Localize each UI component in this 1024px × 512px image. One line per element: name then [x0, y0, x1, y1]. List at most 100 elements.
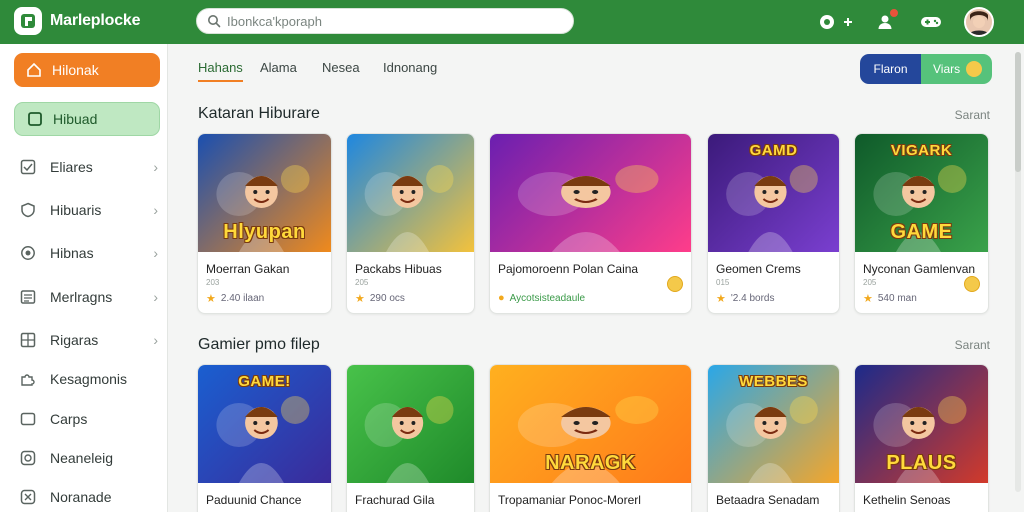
sidebar-item-eliares[interactable]: Eliares › — [20, 154, 158, 180]
scrollbar-thumb[interactable] — [1015, 52, 1021, 172]
game-title[interactable]: Nyconan Gamlenvan — [863, 262, 975, 276]
sidebar-top-button-active[interactable]: Hibuad — [14, 102, 160, 136]
sidebar-top-button-home[interactable]: Hilonak — [14, 53, 160, 87]
section-title: Gamier pmo filep — [198, 336, 320, 353]
chevron-right-icon: › — [153, 289, 158, 305]
sidebar-item-carps[interactable]: Carps — [20, 406, 158, 432]
search-input[interactable] — [227, 13, 557, 29]
game-title[interactable]: Pajomoroenn Polan Caina — [498, 262, 638, 276]
game-card[interactable]: Packabs Hibuas 205 ★ 290 ocs — [346, 133, 475, 314]
chevron-right-icon: › — [153, 159, 158, 175]
game-thumbnail[interactable]: NARAGK — [490, 365, 691, 483]
sidebar-item-label: Rigaras — [50, 332, 99, 348]
game-card[interactable]: Frachurad Gila — [346, 364, 475, 512]
game-rating-text: 290 ocs — [369, 293, 405, 304]
games-button[interactable] — [920, 11, 942, 33]
puzzle-icon — [21, 374, 35, 386]
star-icon: ★ — [716, 293, 726, 305]
shield-icon — [21, 202, 35, 218]
sidebar-item-merlragns[interactable]: Merlragns › — [20, 284, 158, 310]
sidebar-item-noranade[interactable]: Noranade — [20, 484, 158, 510]
coin-icon[interactable] — [667, 276, 683, 292]
sidebar-item-label: Noranade — [50, 489, 112, 505]
game-card[interactable]: VIGARK GAME Nyconan Gamlenvan 205 ★ 540 man — [854, 133, 989, 314]
see-all-link[interactable]: Sarant — [955, 338, 990, 352]
game-title[interactable]: Geomen Crems — [716, 262, 801, 276]
chevron-right-icon: › — [153, 332, 158, 348]
sidebar-item-label: Kesagmonis — [50, 371, 128, 387]
game-logo-text: GAME! — [238, 373, 291, 390]
star-icon: ★ — [206, 293, 216, 305]
game-rating: ★ '2.4 bords — [716, 292, 774, 305]
game-rating-text: 2.40 ilaan — [220, 293, 265, 304]
sidebar-item-rigaras[interactable]: Rigaras › — [20, 327, 158, 353]
game-thumbnail[interactable]: Hlyupan — [198, 134, 331, 252]
game-rating: ★ 540 man — [863, 292, 917, 305]
sidebar-item-label: Carps — [50, 411, 88, 427]
view-toggle: Flaron Viars — [860, 54, 992, 84]
sidebar-item-label: Hibuaris — [50, 202, 102, 218]
game-title[interactable]: Frachurad Gila — [355, 493, 434, 507]
chevron-right-icon: › — [153, 202, 158, 218]
game-thumbnail[interactable] — [490, 134, 691, 252]
tab-idnonang[interactable]: Idnonang — [383, 60, 437, 75]
chat-button[interactable] — [818, 11, 854, 33]
avatar[interactable] — [964, 7, 994, 37]
game-logo-text: WEBBES — [739, 373, 808, 390]
notifications-button[interactable] — [876, 8, 899, 33]
list-icon — [20, 290, 36, 304]
game-title[interactable]: Moerran Gakan — [206, 262, 289, 276]
game-card[interactable]: Hlyupan Moerran Gakan 203 ★ 2.40 ilaan — [197, 133, 332, 314]
toggle-right-button[interactable]: Viars — [921, 54, 992, 84]
game-thumbnail[interactable]: GAME! — [198, 365, 331, 483]
sidebar-item-hibnas[interactable]: Hibnas › — [20, 240, 158, 266]
game-card[interactable]: GAME! Paduunid Chance — [197, 364, 332, 512]
toggle-left-button[interactable]: Flaron — [860, 54, 921, 84]
sidebar-top-label: Hibuad — [53, 111, 98, 127]
game-title[interactable]: Packabs Hibuas — [355, 262, 442, 276]
game-subtitle: 203 — [206, 278, 220, 287]
game-card[interactable]: WEBBES Betaadra Senadam — [707, 364, 840, 512]
game-title[interactable]: Tropamaniar Ponoc-Morerl — [498, 493, 641, 507]
top-bar: Marleplocke — [0, 0, 1024, 44]
game-thumbnail[interactable]: PLAUS — [855, 365, 988, 483]
game-art-icon — [364, 396, 454, 483]
game-logo-text: PLAUS — [886, 452, 957, 474]
sidebar-item-kesagmonis[interactable]: Kesagmonis — [20, 366, 158, 392]
trophy-icon — [20, 489, 36, 505]
see-all-link[interactable]: Sarant — [955, 108, 990, 122]
game-thumbnail[interactable]: VIGARK GAME — [855, 134, 988, 252]
grid-icon — [20, 332, 36, 348]
game-logo-text: VIGARK — [890, 142, 953, 159]
game-rating: ● Aycotsisteadaule — [498, 292, 585, 304]
game-subtitle: 015 — [716, 278, 730, 287]
game-thumbnail[interactable]: WEBBES — [708, 365, 839, 483]
app-logo[interactable] — [14, 7, 42, 35]
game-thumbnail[interactable]: GAMD — [708, 134, 839, 252]
game-title[interactable]: Paduunid Chance — [206, 493, 301, 507]
target-icon — [20, 450, 36, 466]
game-card[interactable]: PLAUS Kethelin Senoas — [854, 364, 989, 512]
game-thumbnail[interactable] — [347, 365, 474, 483]
search-bar[interactable] — [196, 8, 574, 34]
section-title: Kataran Hiburare — [198, 105, 320, 122]
game-art-icon — [517, 165, 659, 252]
game-card[interactable]: Pajomoroenn Polan Caina ● Aycotsisteadaule — [489, 133, 692, 314]
coin-icon[interactable] — [964, 276, 980, 292]
tab-nesea[interactable]: Nesea — [322, 60, 360, 75]
sidebar-top-label: Hilonak — [52, 62, 99, 78]
game-rating: ★ 290 ocs — [355, 292, 405, 305]
game-title[interactable]: Kethelin Senoas — [863, 493, 950, 507]
sidebar-item-hibuaris[interactable]: Hibuaris › — [20, 197, 158, 223]
coin-icon: ● — [498, 292, 505, 304]
tab-hahans[interactable]: Hahans — [198, 60, 243, 82]
sidebar-item-label: Neaneleig — [50, 450, 114, 466]
game-card[interactable]: NARAGK Tropamaniar Ponoc-Morerl — [489, 364, 692, 512]
game-title[interactable]: Betaadra Senadam — [716, 493, 819, 507]
scrollbar[interactable] — [1015, 52, 1021, 492]
game-card[interactable]: GAMD Geomen Crems 015 ★ '2.4 bords — [707, 133, 840, 314]
tab-alama[interactable]: Alama — [260, 60, 297, 75]
game-thumbnail[interactable] — [347, 134, 474, 252]
sidebar-item-neaneleig[interactable]: Neaneleig — [20, 445, 158, 471]
square-icon — [28, 112, 42, 126]
